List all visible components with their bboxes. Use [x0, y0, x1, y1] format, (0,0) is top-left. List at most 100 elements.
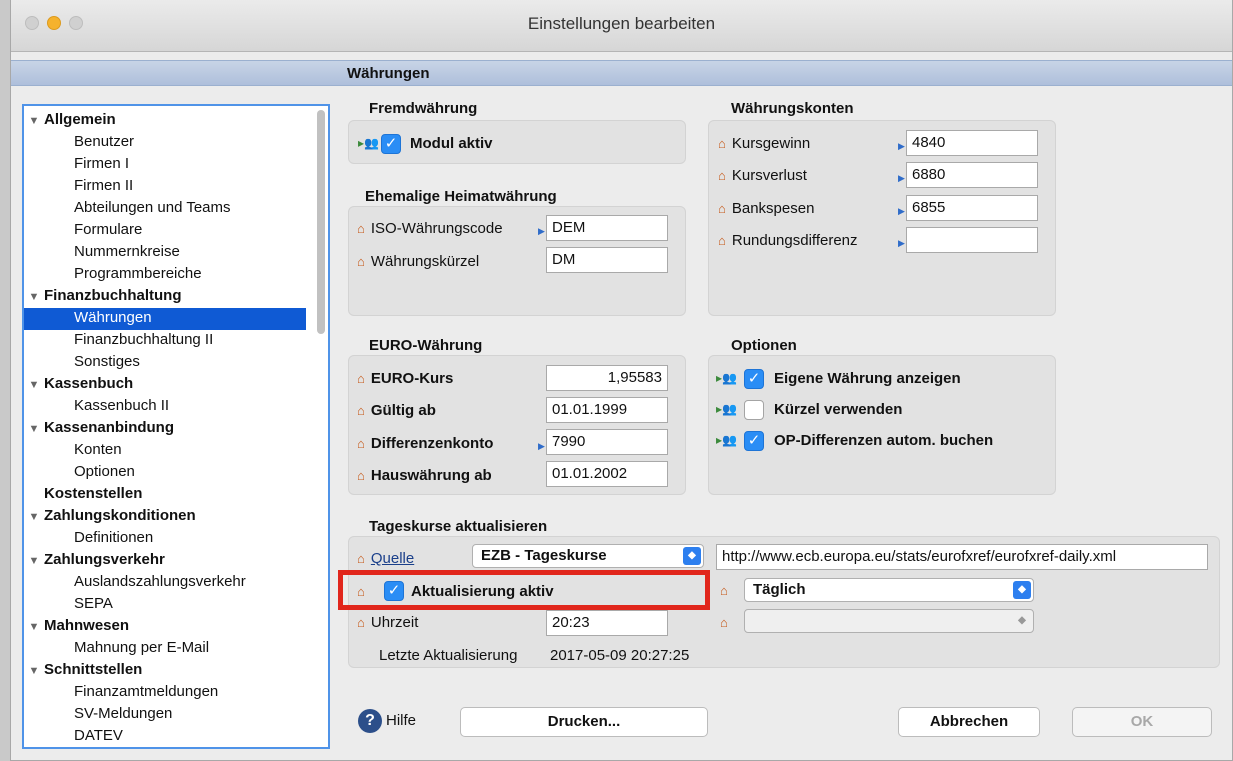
option-checkbox[interactable]: [744, 400, 764, 420]
tree-item[interactable]: ▼ Zahlungsverkehr: [24, 550, 165, 572]
tree-item-label: Zahlungsverkehr: [44, 551, 165, 568]
tree-item[interactable]: ▼ Schnittstellen: [24, 660, 143, 682]
tree-item[interactable]: Finanzbuchhaltung II: [24, 330, 213, 352]
stepper-icon: ◆: [1018, 615, 1026, 626]
house-icon: ⌂: [357, 436, 365, 451]
house-icon: ⌂: [357, 615, 365, 630]
tree-item[interactable]: Kostenstellen: [24, 484, 142, 506]
disclosure-triangle-icon[interactable]: ▼: [24, 661, 44, 681]
disabled-select[interactable]: ◆: [744, 609, 1034, 633]
tree-item-label: Allgemein: [44, 111, 116, 128]
link-arrow-icon: ▶: [898, 238, 905, 248]
settings-tree: ▼ Allgemein Benutzer Firmen I Firmen II Abtei…: [22, 104, 330, 749]
tree-item[interactable]: Finanzamtmeldungen: [24, 682, 218, 704]
tree-item-label: Mahnwesen: [44, 617, 130, 634]
disclosure-triangle-icon[interactable]: ▼: [24, 617, 44, 637]
gueltig-label: ⌂ Gültig ab: [357, 402, 436, 419]
uhrzeit-field[interactable]: 20:23: [546, 610, 668, 636]
link-arrow-icon: ▶: [898, 141, 905, 151]
help-icon[interactable]: ?: [358, 709, 382, 733]
people-icon: ▸👥: [716, 433, 737, 447]
house-icon: ⌂: [720, 615, 728, 630]
tree-item[interactable]: Währungen: [24, 308, 306, 330]
intervall-select-value: Täglich: [753, 581, 806, 598]
gueltig-field[interactable]: 01.01.1999: [546, 397, 668, 423]
tree-item[interactable]: Auslandszahlungsverkehr: [24, 572, 246, 594]
ok-button[interactable]: OK: [1072, 707, 1212, 737]
help-label[interactable]: Hilfe: [386, 712, 416, 729]
tree-item[interactable]: DATEV: [24, 726, 123, 747]
disclosure-triangle-icon[interactable]: ▼: [24, 287, 44, 307]
konten-row-field[interactable]: 6880: [906, 162, 1038, 188]
iso-field[interactable]: DEM: [546, 215, 668, 241]
tree-item-label: Schnittstellen: [44, 661, 143, 678]
tree-item[interactable]: Optionen: [24, 462, 135, 484]
tree-item-label: Firmen I: [74, 155, 130, 172]
tree-item[interactable]: Formulare: [24, 220, 142, 242]
tree-item[interactable]: ▼ Zahlungskonditionen: [24, 506, 196, 528]
tree-item[interactable]: ▼ Finanzbuchhaltung: [24, 286, 182, 308]
kuerzel-field[interactable]: DM: [546, 247, 668, 273]
house-icon: ⌂: [720, 583, 728, 598]
link-arrow-icon: ▶: [898, 206, 905, 216]
tree-item[interactable]: Abteilungen und Teams: [24, 198, 231, 220]
konten-row-label: ⌂ Kursgewinn: [718, 135, 811, 152]
disclosure-triangle-icon[interactable]: ▼: [24, 551, 44, 571]
people-icon: ▸👥: [358, 136, 379, 150]
euro-kurs-field[interactable]: 1,95583: [546, 365, 668, 391]
disclosure-triangle-icon[interactable]: ▼: [24, 111, 44, 131]
disclosure-triangle-icon[interactable]: ▼: [24, 419, 44, 439]
tree-item[interactable]: ▼ Mahnwesen: [24, 616, 129, 638]
house-icon: ⌂: [357, 468, 365, 483]
konten-row-field[interactable]: 4840: [906, 130, 1038, 156]
print-button[interactable]: Drucken...: [460, 707, 708, 737]
tree-item[interactable]: Sonstiges: [24, 352, 140, 374]
diff-field[interactable]: 7990: [546, 429, 668, 455]
tree-item[interactable]: Kassenbuch II: [24, 396, 169, 418]
tree-scrollbar[interactable]: [317, 110, 325, 334]
option-checkbox[interactable]: ✓: [744, 369, 764, 389]
haus-field[interactable]: 01.01.2002: [546, 461, 668, 487]
link-arrow-icon: ▶: [538, 226, 545, 236]
disclosure-triangle-icon[interactable]: ▼: [24, 507, 44, 527]
tree-item-label: Firmen II: [74, 177, 134, 194]
tree-item[interactable]: Firmen I: [24, 154, 129, 176]
modul-aktiv-checkbox[interactable]: ✓: [381, 134, 401, 154]
quelle-select[interactable]: EZB - Tageskurse ◆: [472, 544, 704, 568]
tree-item[interactable]: Firmen II: [24, 176, 133, 198]
tree-item-label: Sonstiges: [74, 353, 140, 370]
option-label: OP-Differenzen autom. buchen: [774, 432, 994, 449]
konten-row-field[interactable]: 6855: [906, 195, 1038, 221]
tree-item[interactable]: Programmbereiche: [24, 264, 202, 286]
modul-aktiv-label: Modul aktiv: [410, 135, 493, 152]
tree-item-label: Optionen: [74, 463, 135, 480]
tree-item-label: Konten: [74, 441, 122, 458]
house-icon: ⌂: [718, 136, 726, 151]
option-checkbox[interactable]: ✓: [744, 431, 764, 451]
tree-item[interactable]: ▼ Kassenbuch: [24, 374, 134, 396]
section-title: Währungen: [347, 65, 430, 82]
url-field[interactable]: http://www.ecb.europa.eu/stats/eurofxref…: [716, 544, 1208, 570]
optionen-title: Optionen: [731, 337, 797, 354]
disclosure-triangle-icon[interactable]: ▼: [24, 375, 44, 395]
tree-item[interactable]: Definitionen: [24, 528, 153, 550]
tree-item[interactable]: Benutzer: [24, 132, 134, 154]
tree-item[interactable]: Nummernkreise: [24, 242, 180, 264]
tree-item-label: Abteilungen und Teams: [74, 199, 231, 216]
tree-item-label: Kassenbuch: [44, 375, 134, 392]
tree-item[interactable]: ▼ Kassenanbindung: [24, 418, 174, 440]
tree-item[interactable]: SV-Meldungen: [24, 704, 172, 726]
konten-row-field[interactable]: [906, 227, 1038, 253]
cancel-button[interactable]: Abbrechen: [898, 707, 1040, 737]
tree-item-label: Benutzer: [74, 133, 135, 150]
tageskurse-title: Tageskurse aktualisieren: [369, 518, 548, 535]
tree-item[interactable]: SEPA: [24, 594, 113, 616]
house-icon: ⌂: [357, 254, 365, 269]
fremd-title: Fremdwährung: [369, 100, 478, 117]
intervall-select[interactable]: Täglich ◆: [744, 578, 1034, 602]
tree-item[interactable]: ▼ Allgemein: [24, 110, 116, 132]
people-icon: ▸👥: [716, 402, 737, 416]
tree-item[interactable]: Mahnung per E-Mail: [24, 638, 209, 660]
tree-item[interactable]: Konten: [24, 440, 122, 462]
euro-title: EURO-Währung: [369, 337, 483, 354]
